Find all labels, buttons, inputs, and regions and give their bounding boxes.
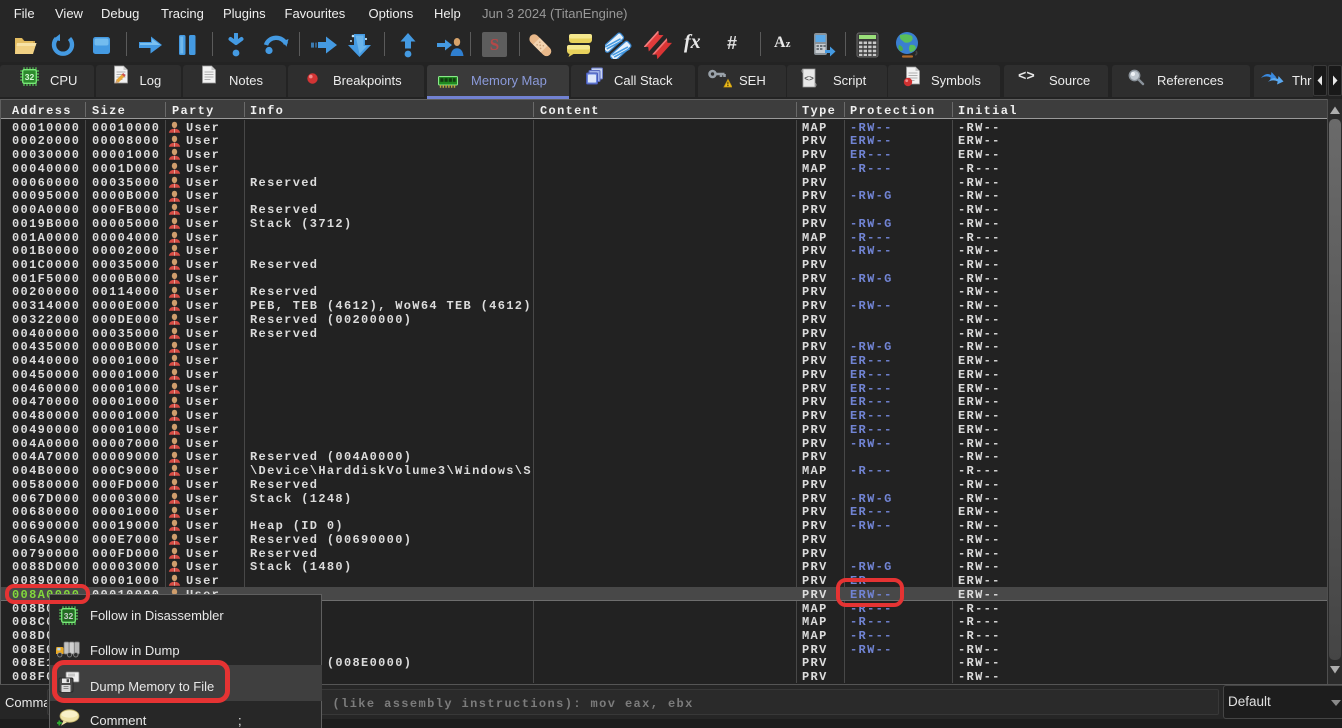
- svg-text:32: 32: [25, 72, 35, 82]
- svg-text:<>: <>: [804, 75, 814, 84]
- svg-text:32: 32: [64, 611, 74, 621]
